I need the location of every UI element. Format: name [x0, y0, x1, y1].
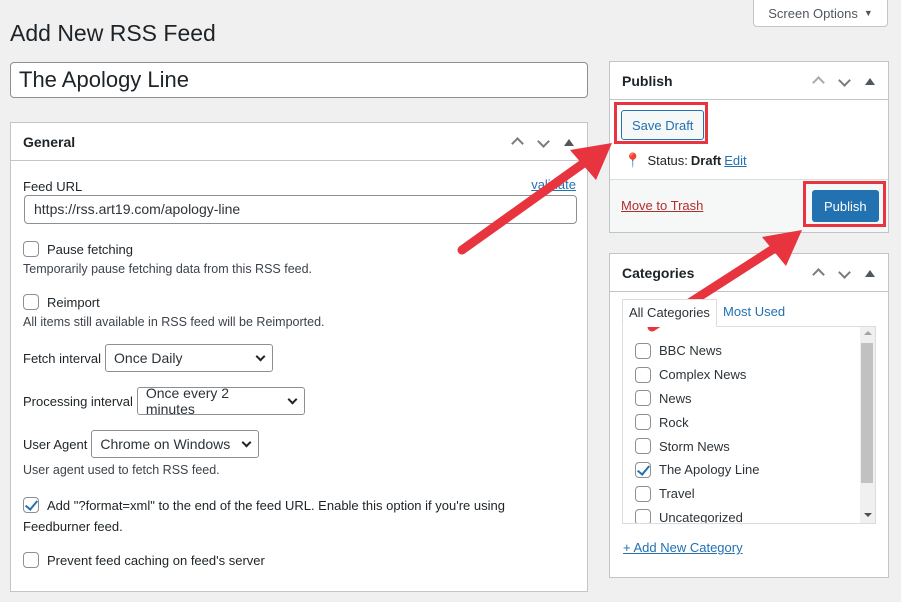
reimport-label: Reimport [47, 294, 100, 310]
chevron-down-icon [287, 394, 298, 404]
move-down-icon[interactable] [836, 74, 852, 88]
move-to-trash-link[interactable]: Move to Trash [621, 198, 703, 213]
fetch-interval-select[interactable]: Once Daily [105, 344, 274, 372]
category-label: The Apology Line [659, 462, 760, 478]
category-checkbox[interactable] [635, 438, 651, 455]
chevron-down-icon [255, 351, 266, 361]
category-label: News [659, 390, 692, 406]
chevron-down-icon [241, 437, 252, 447]
category-checkbox[interactable] [635, 342, 651, 359]
pause-checkbox[interactable] [23, 241, 39, 257]
category-label: Storm News [659, 438, 730, 454]
highlight-box [614, 102, 708, 144]
collapse-icon[interactable] [862, 74, 878, 88]
category-checkbox[interactable] [635, 509, 651, 523]
tab-all-categories[interactable]: All Categories [622, 299, 717, 327]
prevent-cache-checkbox[interactable] [23, 552, 39, 568]
scroll-down-icon[interactable] [864, 513, 872, 517]
panel-title: General [23, 133, 76, 150]
categories-panel: Categories All Categories Most Used BBC … [609, 253, 889, 578]
move-up-icon[interactable] [810, 265, 826, 282]
reimport-description: All items still available in RSS feed wi… [23, 315, 325, 329]
fetch-interval-label: Fetch interval [23, 350, 102, 366]
reimport-checkbox[interactable] [23, 294, 39, 310]
category-item[interactable]: Rock [623, 410, 875, 434]
move-down-icon[interactable] [836, 266, 852, 280]
category-label: Uncategorized [659, 509, 743, 524]
prevent-cache-label: Prevent feed caching on feed's server [47, 552, 265, 568]
highlight-box [803, 181, 886, 227]
panel-title: Publish [622, 72, 673, 89]
pin-icon: 📍 [624, 152, 642, 168]
category-checkbox[interactable] [635, 414, 651, 431]
category-list: BBC News Complex News News Rock Storm News Th… [622, 326, 876, 524]
category-checkbox[interactable] [635, 366, 651, 383]
user-agent-label: User Agent [23, 436, 88, 452]
screen-options-label: Screen Options [768, 5, 858, 21]
tab-most-used[interactable]: Most Used [723, 304, 785, 320]
move-down-icon[interactable] [535, 135, 551, 149]
status-value: Draft [690, 153, 722, 168]
post-title-input[interactable] [10, 62, 588, 98]
collapse-icon[interactable] [561, 135, 577, 149]
category-checkbox[interactable] [635, 461, 651, 478]
caret-down-icon: ▼ [863, 8, 873, 18]
general-header: General [11, 123, 587, 161]
format-xml-label: Add "?format=xml" to the end of the feed… [47, 497, 505, 513]
user-agent-select[interactable]: Chrome on Windows [91, 430, 260, 458]
category-label: Rock [659, 414, 689, 430]
page-title: Add New RSS Feed [10, 20, 216, 46]
select-value: Chrome on Windows [100, 436, 231, 452]
add-new-category-link[interactable]: + Add New Category [623, 540, 743, 555]
category-item[interactable]: Uncategorized [623, 506, 875, 524]
feed-url-label: Feed URL [23, 179, 83, 194]
category-item[interactable]: Complex News [623, 363, 875, 387]
categories-header: Categories [610, 254, 888, 292]
feed-url-input[interactable]: https://rss.art19.com/apology-line [24, 195, 577, 224]
category-item[interactable]: BBC News [623, 339, 875, 363]
pause-label: Pause fetching [47, 241, 134, 257]
collapse-icon[interactable] [862, 266, 878, 280]
category-checkbox[interactable] [635, 485, 651, 502]
publish-header: Publish [610, 62, 888, 100]
select-value: Once Daily [114, 350, 183, 366]
category-label: Complex News [659, 367, 747, 383]
category-item[interactable]: Storm News [623, 434, 875, 458]
edit-status-link[interactable]: Edit [724, 153, 746, 168]
status-label: Status: [647, 153, 688, 168]
move-up-icon[interactable] [810, 73, 826, 90]
format-xml-label-cont: Feedburner feed. [23, 519, 123, 534]
panel-title: Categories [622, 264, 695, 281]
category-item[interactable]: Travel [623, 482, 875, 506]
category-label: BBC News [659, 343, 722, 359]
general-panel: General Feed URL validate https://rss.ar… [10, 122, 588, 592]
category-label: Travel [659, 486, 695, 502]
scrollbar[interactable] [860, 327, 875, 523]
format-xml-checkbox[interactable] [23, 497, 39, 513]
user-agent-description: User agent used to fetch RSS feed. [23, 463, 220, 477]
category-item[interactable]: The Apology Line [623, 458, 875, 482]
processing-interval-select[interactable]: Once every 2 minutes [136, 385, 305, 417]
processing-interval-label: Processing interval [23, 393, 133, 409]
scrollbar-thumb[interactable] [861, 343, 873, 483]
validate-link[interactable]: validate [531, 177, 576, 192]
pause-description: Temporarily pause fetching data from thi… [23, 262, 313, 276]
category-item[interactable]: News [623, 387, 875, 411]
scroll-up-icon[interactable] [864, 331, 872, 335]
move-up-icon[interactable] [509, 134, 525, 151]
screen-options-button[interactable]: Screen Options ▼ [753, 0, 888, 27]
category-checkbox[interactable] [635, 390, 651, 407]
select-value: Once every 2 minutes [145, 385, 230, 417]
